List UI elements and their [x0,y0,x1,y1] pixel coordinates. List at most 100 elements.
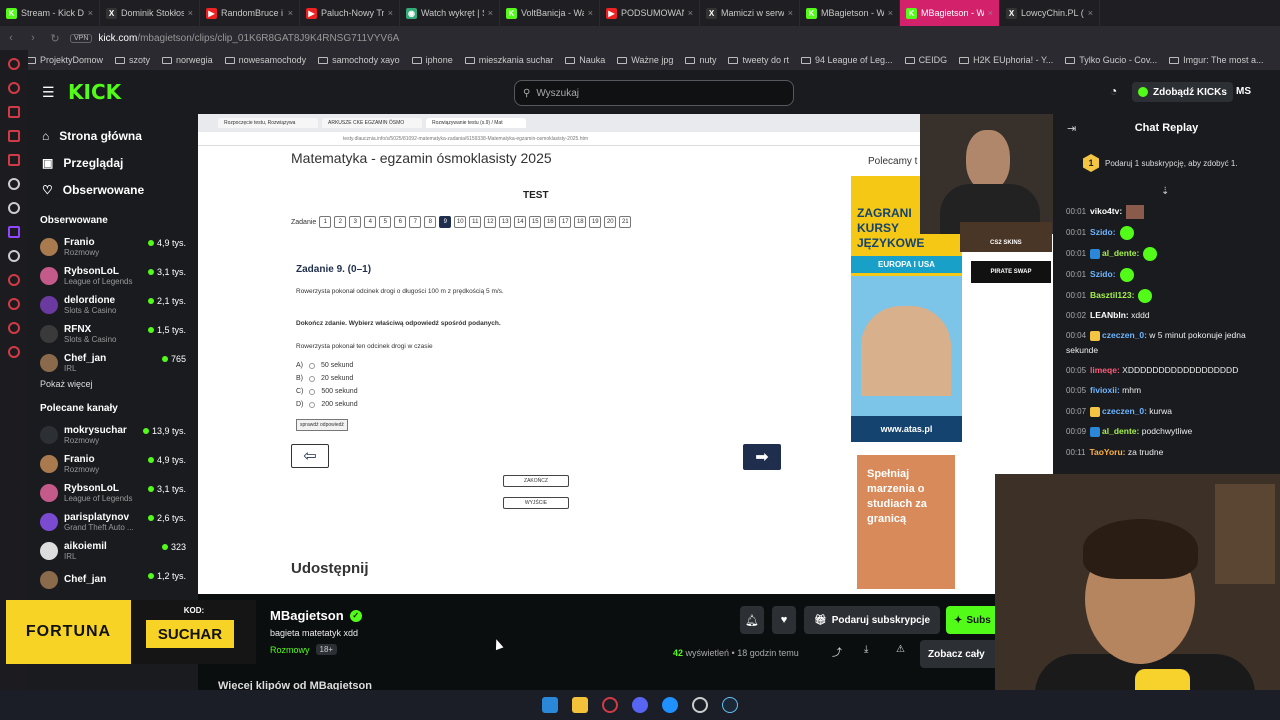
sidebar-channel[interactable]: RFNX Slots & Casino 1,5 tys. [28,319,198,348]
chat-username[interactable]: czeczen_0: [1102,406,1147,416]
sidebar-app-icon[interactable] [8,298,20,310]
bookmark-item[interactable]: ProjektyDomow [26,55,103,65]
chat-username[interactable]: Szido: [1090,227,1116,237]
bookmark-item[interactable]: CEIDG [904,55,947,65]
bookmark-item[interactable]: samochody xayo [318,55,400,65]
tab-close-icon[interactable]: × [988,8,993,18]
sidebar-channel[interactable]: Chef_jan 1,2 tys. [28,565,198,594]
browser-tab[interactable]: X Dominik Stokłosa × [100,0,200,26]
obs-icon[interactable] [692,697,708,713]
browser-tab[interactable]: X Mamiczi w serwis × [700,0,800,26]
discord-icon[interactable] [632,697,648,713]
chat-username[interactable]: al_dente: [1102,248,1139,258]
sidebar-channel[interactable]: delordione Slots & Casino 2,1 tys. [28,290,198,319]
chat-username[interactable]: czeczen_0: [1102,330,1147,340]
bookmark-item[interactable]: nowesamochody [224,55,306,65]
sidebar-app-icon[interactable] [8,250,20,262]
sidebar-app-icon[interactable] [8,274,20,286]
sidebar-app-icon[interactable] [8,226,20,238]
tab-close-icon[interactable]: × [288,8,293,18]
sidebar-app-icon[interactable] [8,58,20,70]
sidebar-app-icon[interactable] [8,322,20,334]
tab-close-icon[interactable]: × [88,8,93,18]
bookmark-item[interactable]: Imgur: The most a... [1169,55,1264,65]
sidebar-app-icon[interactable] [8,178,20,190]
bookmark-item[interactable]: Nauka [565,55,605,65]
back-icon[interactable]: ‹ [0,32,22,44]
clip-video-player[interactable]: Rozpoczęcie testu, Rozwiązywa ARKUSZE CK… [198,114,1053,594]
category-link[interactable]: Rozmowy 18+ [270,644,338,655]
chat-username[interactable]: limeqe: [1090,365,1120,375]
browser-tab[interactable]: X LowcyChin.PL (@ × [1000,0,1100,26]
notification-icon[interactable]: ◔ [1110,84,1117,98]
sidebar-channel[interactable]: Franio Rozmowy 4,9 tys. [28,232,198,261]
sidebar-app-icon[interactable] [8,82,20,94]
vpn-badge[interactable]: VPN [70,33,93,43]
download-icon[interactable]: ⤓ [864,644,868,655]
forward-icon[interactable]: › [22,32,44,44]
gift-sub-button[interactable]: 🎁︎ Podaruj subskrypcje [804,606,941,634]
bookmark-item[interactable]: Tylko Gucio - Cov... [1065,55,1157,65]
follow-heart-icon[interactable]: ♥ [772,606,796,634]
sidebar-channel[interactable]: mokrysuchar Rozmowy 13,9 tys. [28,420,198,449]
nav-following[interactable]: ♡ Obserwowane [28,176,198,203]
tab-close-icon[interactable]: × [788,8,793,18]
browser-tab[interactable]: ▶ RandomBruce i kc × [200,0,300,26]
search-input[interactable]: ⚲ Wyszukaj [514,80,794,106]
tab-close-icon[interactable]: × [688,8,693,18]
share-icon[interactable]: ⤴ [832,644,842,659]
gift-sub-prompt[interactable]: 1 Podaruj 1 subskrypcję, aby zdobyć 1. [1083,154,1263,172]
chat-username[interactable]: viko4tv: [1090,206,1122,216]
tab-close-icon[interactable]: × [588,8,593,18]
sidebar-app-icon[interactable] [8,106,20,118]
tab-close-icon[interactable]: × [388,8,393,18]
sidebar-channel[interactable]: RybsonLoL League of Legends 3,1 tys. [28,261,198,290]
sidebar-channel[interactable]: RybsonLoL League of Legends 3,1 tys. [28,478,198,507]
nav-browse[interactable]: ▣ Przeglądaj [28,149,198,176]
chat-username[interactable]: TaoYoru: [1089,447,1125,457]
explorer-icon[interactable] [572,697,588,713]
browser-tab[interactable]: K Stream - Kick Das × [0,0,100,26]
bookmark-item[interactable]: tweety do rt [728,55,789,65]
opera-icon[interactable] [602,697,618,713]
bookmark-item[interactable]: norwegia [162,55,213,65]
sidebar-channel[interactable]: Franio Rozmowy 4,9 tys. [28,449,198,478]
scroll-down-icon[interactable]: ⇣ [1161,186,1169,197]
messenger-icon[interactable] [662,697,678,713]
windows-start-icon[interactable] [542,697,558,713]
steam-icon[interactable] [722,697,738,713]
kick-logo[interactable]: KICK [68,80,121,104]
chat-username[interactable]: LEANbln: [1090,310,1129,320]
channel-name[interactable]: MBagietson ✓ [270,608,362,623]
browser-tab[interactable]: K MBagietson - Wat × [800,0,900,26]
chat-username[interactable]: Basztil123: [1090,290,1134,300]
sidebar-channel[interactable]: Chef_jan IRL 765 [28,348,198,377]
url-field[interactable]: kick.com/mbagietson/clips/clip_01K6R8GAT… [98,33,399,44]
browser-tab[interactable]: K VoltBanicja - Wat × [500,0,600,26]
user-avatar[interactable]: MS [1236,86,1251,97]
show-more-link[interactable]: Pokaż więcej [28,377,198,391]
watch-full-button[interactable]: Zobacz cały [920,640,995,668]
sidebar-channel[interactable]: parisplatynov Grand Theft Auto ... 2,6 tys… [28,507,198,536]
subscribe-button[interactable]: ✦ Subs [946,606,995,634]
tab-close-icon[interactable]: × [488,8,493,18]
bookmark-item[interactable]: nuty [685,55,716,65]
tab-close-icon[interactable]: × [1088,8,1093,18]
chat-username[interactable]: al_dente: [1102,426,1139,436]
sidebar-app-icon[interactable] [8,202,20,214]
browser-tab[interactable]: ◉ Watch wykręt | St × [400,0,500,26]
browser-tab[interactable]: ▶ PODSUMOWANIE × [600,0,700,26]
bookmark-item[interactable]: szoty [115,55,150,65]
bookmark-item[interactable]: 94 League of Leg... [800,55,893,65]
bookmark-item[interactable]: Ważne jpg [617,55,673,65]
nav-home[interactable]: ⌂ Strona główna [28,122,198,149]
sidebar-app-icon[interactable] [8,346,20,358]
menu-icon[interactable]: ☰ [42,84,55,101]
tab-close-icon[interactable]: × [188,8,193,18]
reload-icon[interactable]: ↻ [44,32,66,45]
bookmark-item[interactable]: iphone [411,55,453,65]
bookmark-item[interactable]: mieszkania suchar [464,55,553,65]
chat-username[interactable]: Szido: [1090,269,1116,279]
get-kicks-button[interactable]: Zdobądź KICKs [1132,82,1233,102]
bookmark-item[interactable]: H2K EUphoria! - Y... [959,55,1053,65]
